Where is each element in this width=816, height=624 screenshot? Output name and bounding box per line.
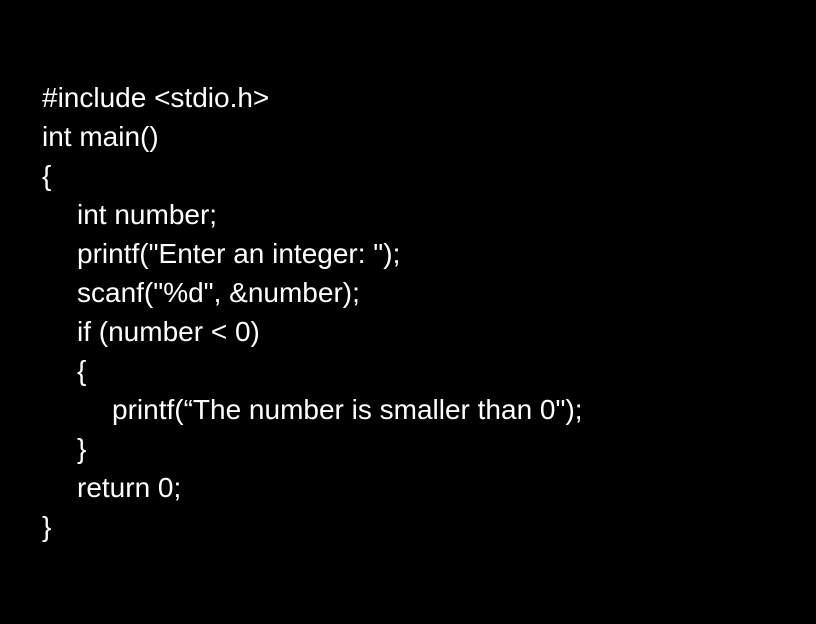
code-line-return: return 0; <box>77 472 182 503</box>
code-line-if-close-brace: } <box>77 433 87 464</box>
code-line-if-condition: if (number < 0) <box>77 316 260 347</box>
code-line-scanf: scanf("%d", &number); <box>77 277 360 308</box>
code-block: #include <stdio.h> int main() { int numb… <box>0 78 816 546</box>
code-line-main-close-brace: } <box>42 511 52 542</box>
code-line-prompt-printf: printf("Enter an integer: "); <box>77 238 401 269</box>
code-line-if-open-brace: { <box>77 355 87 386</box>
code-line-result-printf: printf(“The number is smaller than 0"); <box>112 394 583 425</box>
code-line-variable-declaration: int number; <box>77 199 218 230</box>
code-line-main-signature: int main() <box>42 121 159 152</box>
slide: #include <stdio.h> int main() { int numb… <box>0 0 816 624</box>
code-line-include: #include <stdio.h> <box>42 82 270 113</box>
code-line-main-open-brace: { <box>42 160 52 191</box>
